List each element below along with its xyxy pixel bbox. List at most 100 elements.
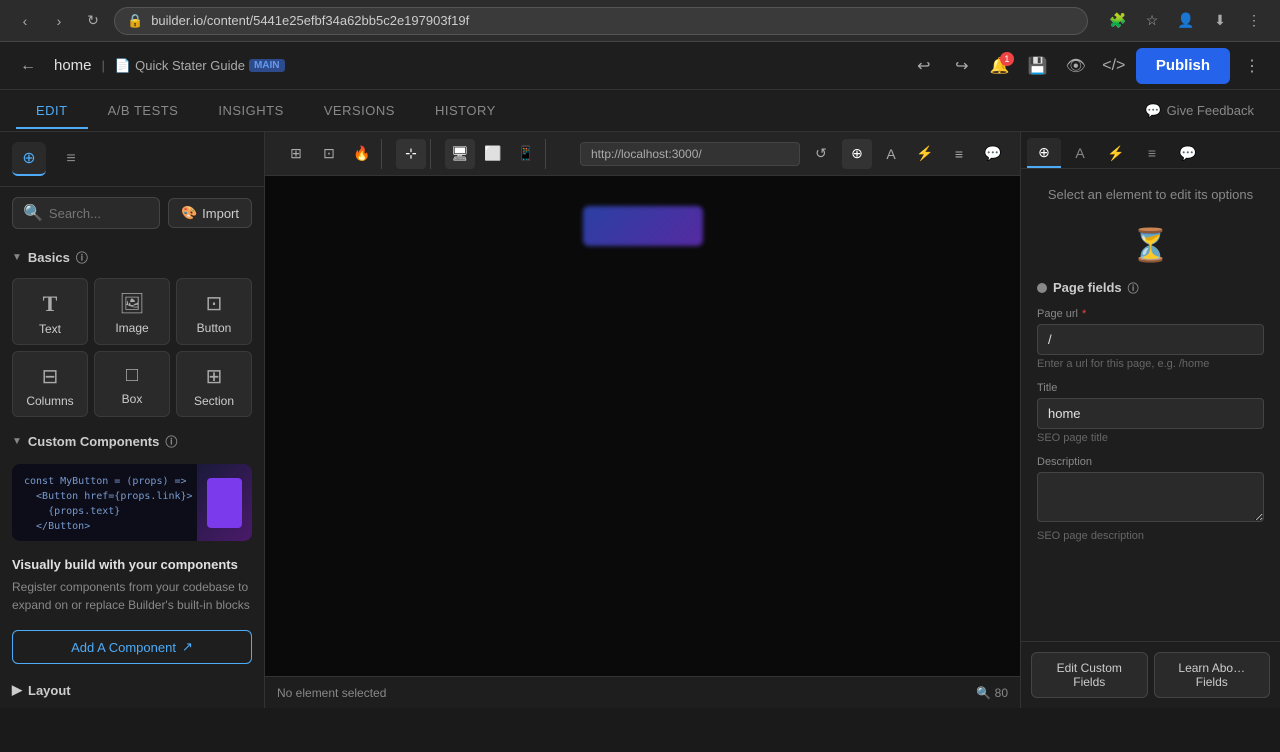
info-icon: ⓘ xyxy=(76,249,88,266)
custom-comp-preview xyxy=(197,464,252,541)
refresh-preview-button[interactable]: ↺ xyxy=(806,139,836,169)
image-component[interactable]: 🖼 Image xyxy=(94,278,170,345)
fire-button[interactable]: 🔥 xyxy=(347,139,377,169)
desktop-button[interactable]: 🖥 xyxy=(445,139,475,169)
import-button[interactable]: 🎨 Import xyxy=(168,198,252,228)
layout-collapse-icon[interactable]: ▶ xyxy=(12,682,22,698)
redo-button[interactable]: ↪ xyxy=(946,50,978,82)
grid-toggle-button[interactable]: ⊡ xyxy=(314,139,344,169)
comment-icon: 💬 xyxy=(1145,103,1161,119)
search-input[interactable] xyxy=(49,206,149,221)
columns-icon: ⊟ xyxy=(42,364,59,389)
sidebar-tab-add[interactable]: ⊕ xyxy=(12,142,46,176)
text-label: Text xyxy=(39,322,61,336)
browser-forward-btn[interactable]: › xyxy=(46,8,72,34)
tablet-button[interactable]: ⬜ xyxy=(478,139,508,169)
columns-component[interactable]: ⊟ Columns xyxy=(12,351,88,417)
tab-ab-tests[interactable]: A/B TESTS xyxy=(88,93,199,128)
extensions-icon[interactable]: 🧩 xyxy=(1104,7,1132,35)
canvas-area[interactable]: ⊞ ⊡ 🔥 ⊹ 🖥 ⬜ 📱 ↺ ⊕ A ⚡ ≡ 💬 xyxy=(265,132,1020,708)
status-text: No element selected xyxy=(277,686,386,700)
edit-custom-button[interactable]: Edit CustomFields xyxy=(1031,652,1148,698)
tab-insights[interactable]: INSIGHTS xyxy=(198,93,303,128)
select-mode-button[interactable]: ⊕ xyxy=(842,139,872,169)
description-input[interactable] xyxy=(1037,472,1264,522)
right-tab-style[interactable]: A xyxy=(1063,138,1097,168)
button-component[interactable]: ⊡ Button xyxy=(176,278,252,345)
plus-circle-icon: ⊕ xyxy=(22,148,35,168)
select-element-message: Select an element to edit its options xyxy=(1037,185,1264,206)
chat-mode-button[interactable]: 💬 xyxy=(978,139,1008,169)
bolt-mode-button[interactable]: ⚡ xyxy=(910,139,940,169)
select-tool-button[interactable]: ⊹ xyxy=(396,139,426,169)
add-component-button[interactable]: Add A Component ↗ xyxy=(12,630,252,664)
profile-icon[interactable]: 👤 xyxy=(1172,7,1200,35)
custom-label: Custom Components xyxy=(28,434,159,449)
canvas-status-bar: No element selected 🔍 80 xyxy=(265,676,1020,708)
toolbar-view-group: ⊞ ⊡ 🔥 xyxy=(277,139,382,169)
tab-edit[interactable]: EDIT xyxy=(16,93,88,128)
star-icon[interactable]: ☆ xyxy=(1138,7,1166,35)
page-title: home xyxy=(54,57,92,74)
image-label: Image xyxy=(115,321,148,335)
preview-url-input[interactable] xyxy=(580,142,800,166)
feedback-label: Give Feedback xyxy=(1167,103,1254,118)
tabs-bar: EDIT A/B TESTS INSIGHTS VERSIONS HISTORY… xyxy=(0,90,1280,132)
layout-toggle-button[interactable]: ⊞ xyxy=(281,139,311,169)
search-icon: 🔍 xyxy=(23,203,43,223)
canvas-inner[interactable] xyxy=(265,176,1020,708)
required-asterisk: * xyxy=(1082,308,1086,320)
left-sidebar: ⊕ ≡ 🔍 🎨 Import ▼ Basics ⓘ T Te xyxy=(0,132,265,708)
page-url-row: Page url * Enter a url for this page, e.… xyxy=(1037,308,1264,370)
search-row: 🔍 🎨 Import xyxy=(0,187,264,239)
custom-desc-text: Register components from your codebase t… xyxy=(12,578,252,614)
browser-back-btn[interactable]: ‹ xyxy=(12,8,38,34)
right-tab-columns[interactable]: ≡ xyxy=(1135,138,1169,168)
right-panel-bottom: Edit CustomFields Learn Abo…Fields xyxy=(1021,641,1280,708)
palette-icon: 🎨 xyxy=(181,205,197,221)
code-button[interactable]: </> xyxy=(1098,50,1130,82)
right-tab-chat[interactable]: 💬 xyxy=(1171,138,1205,168)
browser-actions: 🧩 ☆ 👤 ⬇ ⋮ xyxy=(1104,7,1268,35)
preview-button[interactable]: 👁 xyxy=(1060,50,1092,82)
more-options-button[interactable]: ⋮ xyxy=(1236,50,1268,82)
page-url-input[interactable] xyxy=(1037,324,1264,355)
back-button[interactable]: ← xyxy=(12,53,44,79)
tab-history[interactable]: HISTORY xyxy=(415,93,516,128)
description-hint: SEO page description xyxy=(1037,530,1264,542)
browser-refresh-btn[interactable]: ↻ xyxy=(80,8,106,34)
tab-versions[interactable]: VERSIONS xyxy=(304,93,415,128)
style-mode-button[interactable]: A xyxy=(876,139,906,169)
feedback-button[interactable]: 💬 Give Feedback xyxy=(1135,97,1264,125)
section-component[interactable]: ⊞ Section xyxy=(176,351,252,417)
custom-comp-banner: const MyButton = (props) => <Button href… xyxy=(12,464,252,541)
box-component[interactable]: □ Box xyxy=(94,351,170,417)
title-input[interactable] xyxy=(1037,398,1264,429)
mobile-button[interactable]: 📱 xyxy=(511,139,541,169)
layout-section[interactable]: ▶ Layout xyxy=(0,672,264,708)
custom-collapse-icon[interactable]: ▼ xyxy=(12,436,22,447)
right-tab-select[interactable]: ⊕ xyxy=(1027,138,1061,168)
import-label: Import xyxy=(202,206,239,221)
right-panel: ⊕ A ⚡ ≡ 💬 Select an element to edit its … xyxy=(1020,132,1280,708)
canvas-blurred-element[interactable] xyxy=(583,206,703,246)
description-label: Description xyxy=(1037,456,1264,468)
url-text: builder.io/content/5441e25efbf34a62bb5c2… xyxy=(151,13,469,28)
right-tab-bolt[interactable]: ⚡ xyxy=(1099,138,1133,168)
page-fields-header: Page fields ⓘ xyxy=(1037,280,1264,296)
page-url-label: Page url * xyxy=(1037,308,1264,320)
text-component[interactable]: T Text xyxy=(12,278,88,345)
box-label: Box xyxy=(122,392,143,406)
custom-description: Visually build with your components Regi… xyxy=(0,549,264,622)
publish-button[interactable]: Publish xyxy=(1136,48,1230,84)
learn-about-button[interactable]: Learn Abo…Fields xyxy=(1154,652,1271,698)
chrome-more-icon[interactable]: ⋮ xyxy=(1240,7,1268,35)
collapse-icon[interactable]: ▼ xyxy=(12,252,22,263)
sidebar-tab-layers[interactable]: ≡ xyxy=(54,142,88,176)
address-bar[interactable]: 🔒 builder.io/content/5441e25efbf34a62bb5… xyxy=(114,7,1088,35)
columns-mode-button[interactable]: ≡ xyxy=(944,139,974,169)
page-fields-label: Page fields xyxy=(1053,280,1122,295)
save-button[interactable]: 💾 xyxy=(1022,50,1054,82)
download-icon[interactable]: ⬇ xyxy=(1206,7,1234,35)
undo-button[interactable]: ↩ xyxy=(908,50,940,82)
